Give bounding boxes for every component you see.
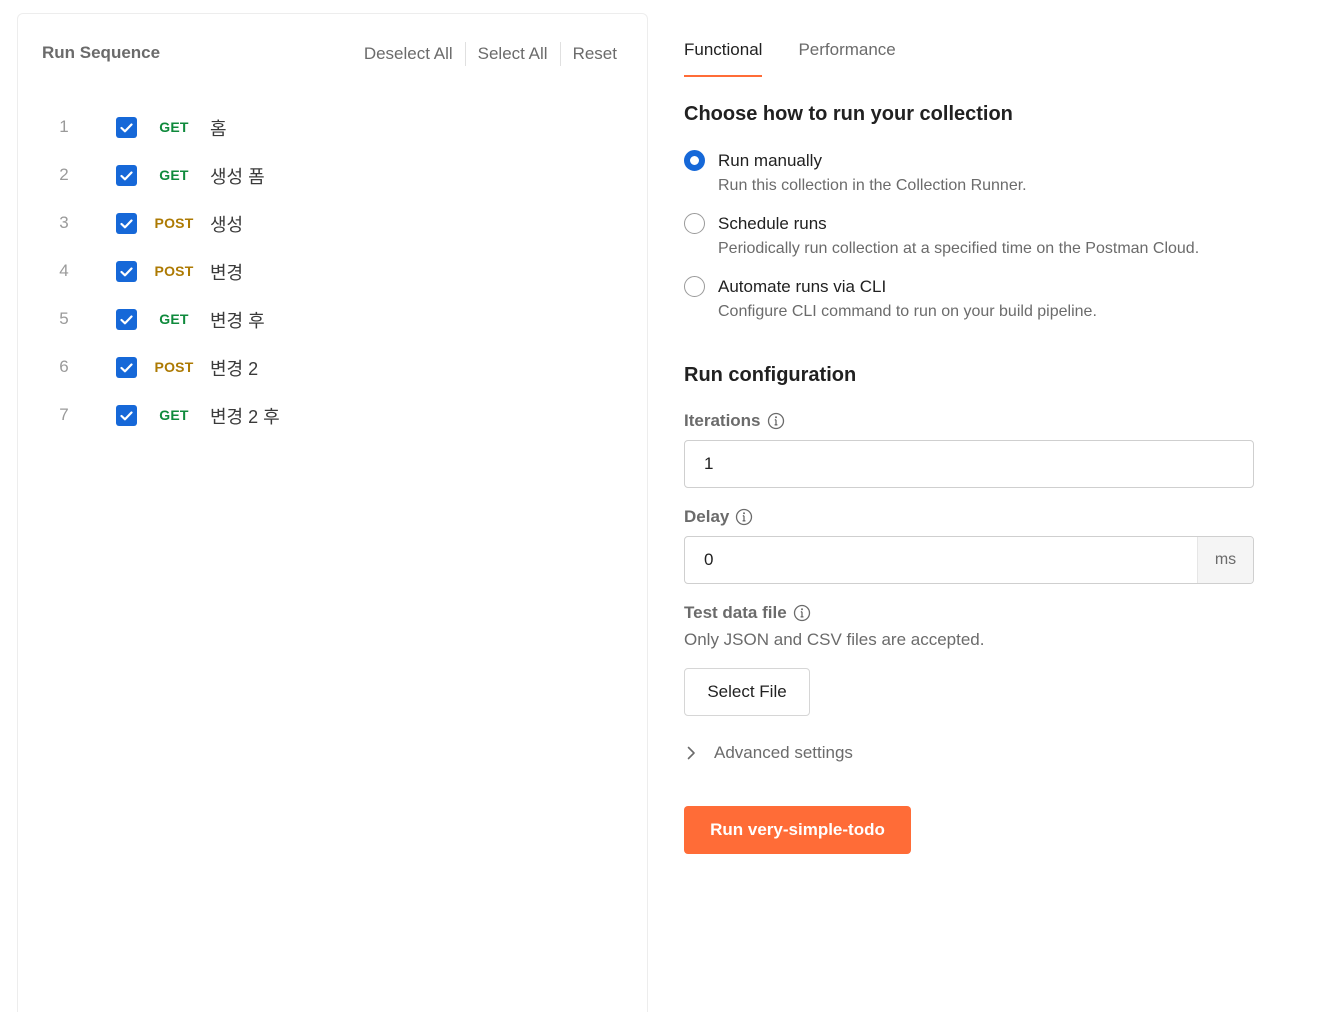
request-row[interactable]: 2 GET 생성 폼: [18, 152, 647, 200]
request-name: 생성 폼: [210, 167, 265, 187]
delay-unit: ms: [1197, 537, 1253, 583]
request-checkbox[interactable]: [116, 213, 137, 234]
request-method: GET: [159, 167, 189, 183]
request-index: 2: [59, 165, 69, 184]
request-checkbox[interactable]: [116, 165, 137, 186]
request-checkbox[interactable]: [116, 117, 137, 138]
select-all-button[interactable]: Select All: [466, 41, 560, 67]
request-checkbox[interactable]: [116, 309, 137, 330]
request-method: POST: [154, 215, 194, 231]
request-name: 변경: [210, 263, 244, 283]
runner-tabs: Functional Performance: [684, 40, 932, 78]
run-sequence-actions: Deselect All Select All Reset: [352, 41, 617, 67]
schedule-runs-description: Periodically run collection at a specifi…: [718, 240, 1200, 257]
request-row[interactable]: 3 POST 생성: [18, 200, 647, 248]
check-icon: [120, 122, 133, 132]
request-method: GET: [159, 311, 189, 327]
request-row[interactable]: 4 POST 변경: [18, 248, 647, 296]
run-mode-title: Choose how to run your collection: [684, 103, 1013, 125]
delay-label: Delay: [684, 507, 753, 527]
advanced-settings-label: Advanced settings: [714, 743, 853, 762]
request-row[interactable]: 6 POST 변경 2: [18, 344, 647, 392]
automate-cli-label: Automate runs via CLI: [718, 277, 887, 296]
test-data-label-text: Test data file: [684, 603, 787, 622]
iterations-label-text: Iterations: [684, 411, 761, 430]
tab-performance[interactable]: Performance: [798, 40, 895, 78]
advanced-settings-toggle[interactable]: Advanced settings: [686, 743, 853, 763]
iterations-input[interactable]: [685, 441, 1253, 487]
request-index: 7: [59, 405, 69, 424]
request-checkbox[interactable]: [116, 261, 137, 282]
run-sequence-header: Run Sequence Deselect All Select All Res…: [18, 14, 647, 94]
request-index: 5: [59, 309, 69, 328]
deselect-all-button[interactable]: Deselect All: [352, 41, 465, 67]
request-index: 1: [59, 117, 69, 136]
request-row[interactable]: 5 GET 변경 후: [18, 296, 647, 344]
info-icon[interactable]: [767, 412, 785, 430]
test-data-label: Test data file: [684, 603, 811, 623]
check-icon: [120, 314, 133, 324]
request-checkbox[interactable]: [116, 405, 137, 426]
request-name: 변경 2 후: [210, 407, 280, 427]
delay-label-text: Delay: [684, 507, 730, 526]
request-name: 변경 2: [210, 359, 259, 379]
run-manually-label: Run manually: [718, 151, 822, 170]
check-icon: [120, 266, 133, 276]
delay-input[interactable]: [685, 537, 1199, 583]
request-checkbox[interactable]: [116, 357, 137, 378]
request-method: POST: [154, 263, 194, 279]
request-method: GET: [159, 119, 189, 135]
check-icon: [120, 218, 133, 228]
request-method: GET: [159, 407, 189, 423]
request-list: 1 GET 홈 2 GET 생성 폼 3 POST 생성 4 POST 변경 5…: [18, 104, 647, 440]
run-collection-button[interactable]: Run very-simple-todo: [684, 806, 911, 854]
run-configuration-title: Run configuration: [684, 364, 857, 386]
run-sequence-title: Run Sequence: [42, 43, 161, 62]
run-sequence-panel: Run Sequence Deselect All Select All Res…: [17, 13, 648, 1012]
reset-button[interactable]: Reset: [561, 41, 617, 67]
iterations-input-box: [684, 440, 1254, 488]
request-index: 6: [59, 357, 69, 376]
request-index: 3: [59, 213, 69, 232]
check-icon: [120, 362, 133, 372]
request-name: 변경 후: [210, 311, 265, 331]
request-row[interactable]: 1 GET 홈: [18, 104, 647, 152]
collection-runner: Run Sequence Deselect All Select All Res…: [0, 0, 1344, 1012]
tab-functional[interactable]: Functional: [684, 40, 763, 78]
automate-cli-description: Configure CLI command to run on your bui…: [718, 303, 1097, 320]
request-name: 생성: [210, 215, 244, 235]
request-row[interactable]: 7 GET 변경 2 후: [18, 392, 647, 440]
info-icon[interactable]: [793, 604, 811, 622]
check-icon: [120, 170, 133, 180]
request-index: 4: [59, 261, 69, 280]
select-file-button[interactable]: Select File: [684, 668, 810, 716]
chevron-right-icon: [687, 746, 695, 760]
request-method: POST: [154, 359, 194, 375]
test-data-hint: Only JSON and CSV files are accepted.: [684, 630, 985, 649]
schedule-runs-label: Schedule runs: [718, 214, 827, 233]
request-name: 홈: [210, 119, 227, 139]
info-icon[interactable]: [735, 508, 753, 526]
automate-cli-radio[interactable]: [684, 276, 705, 297]
check-icon: [120, 410, 133, 420]
iterations-label: Iterations: [684, 411, 785, 431]
schedule-runs-radio[interactable]: [684, 213, 705, 234]
run-manually-radio[interactable]: [684, 150, 705, 171]
delay-input-box: ms: [684, 536, 1254, 584]
run-manually-description: Run this collection in the Collection Ru…: [718, 177, 1027, 194]
